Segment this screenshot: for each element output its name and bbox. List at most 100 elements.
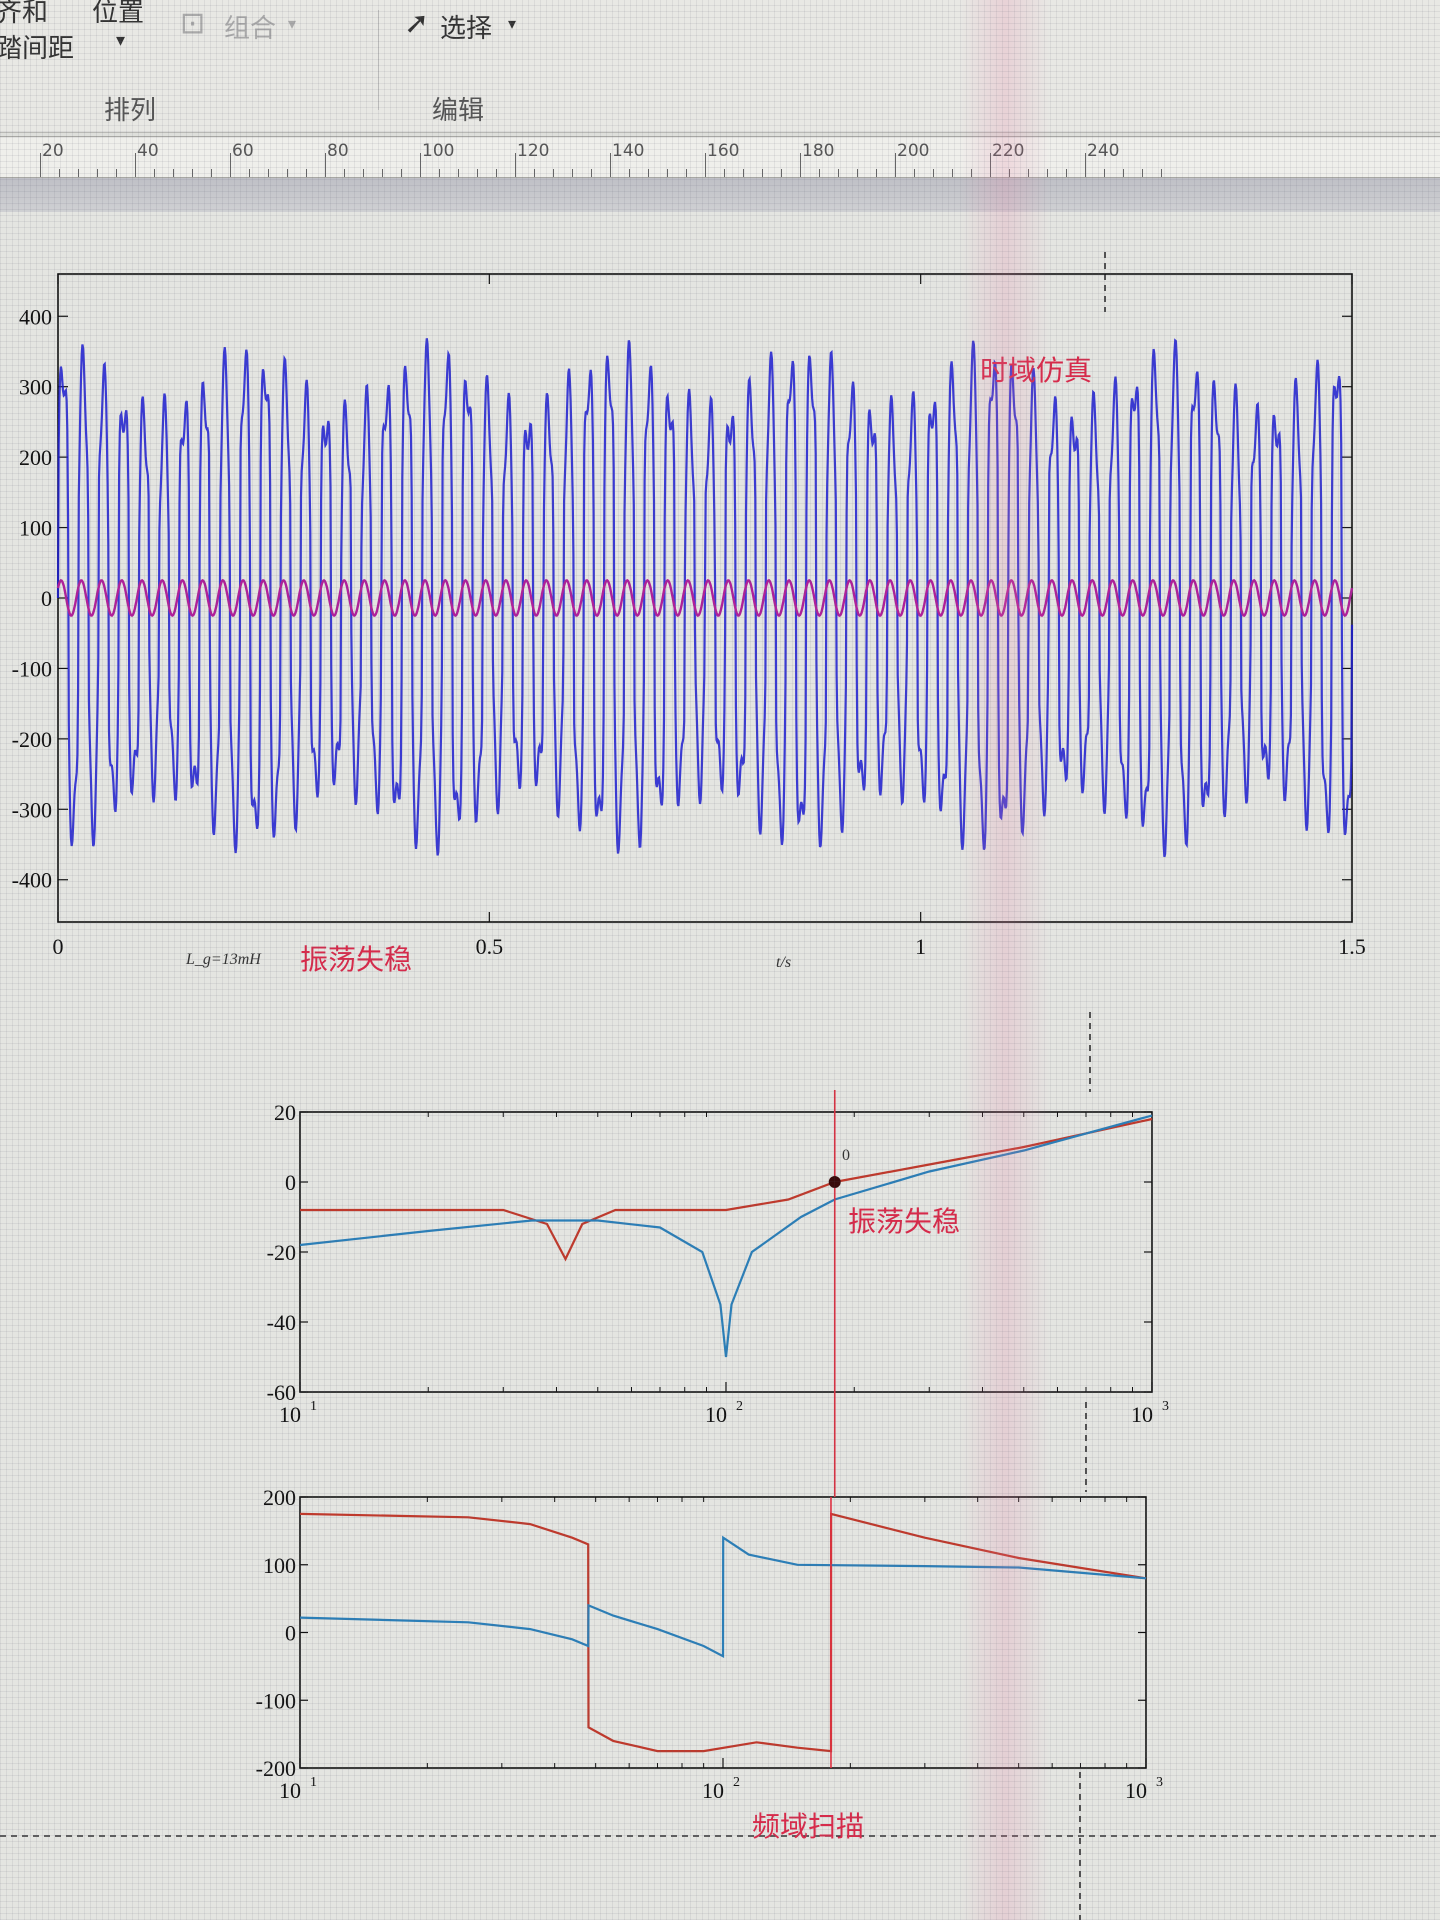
mag-y-tick-label: -20 bbox=[267, 1240, 296, 1265]
ruler-mark: 100 bbox=[422, 141, 455, 161]
phase-y-tick-label: 200 bbox=[263, 1485, 296, 1510]
phase-y-tick-label: 100 bbox=[263, 1553, 296, 1578]
ruler-tick bbox=[876, 169, 877, 177]
spacing-partial-label[interactable]: 踏间距 bbox=[0, 28, 74, 65]
inductance-annotation: L_g=13mH bbox=[185, 951, 262, 968]
mag-marker-dot bbox=[828, 1176, 841, 1188]
ruler-tick bbox=[705, 153, 706, 177]
phase-series-line-1 bbox=[299, 1535, 1147, 1659]
ruler-tick bbox=[287, 169, 288, 177]
mag-x-tick-exponent: 2 bbox=[736, 1399, 743, 1414]
phase-x-tick-exponent: 2 bbox=[733, 1775, 740, 1790]
time-axis-label: t/s bbox=[776, 954, 791, 971]
y-tick-label: 300 bbox=[19, 375, 52, 400]
phase-x-tick-exponent: 1 bbox=[310, 1775, 317, 1790]
ribbon-divider bbox=[378, 10, 379, 110]
ruler-tick bbox=[1085, 153, 1086, 177]
ruler-tick bbox=[325, 153, 326, 177]
phase-x-tick-label: 10 bbox=[1125, 1778, 1147, 1803]
x-tick-label: 0 bbox=[53, 934, 64, 959]
ruler-tick bbox=[268, 169, 269, 177]
ruler-tick bbox=[572, 169, 573, 177]
ruler-tick bbox=[781, 169, 782, 177]
ruler-tick bbox=[1161, 169, 1162, 177]
ruler-tick bbox=[534, 169, 535, 177]
ruler-tick bbox=[97, 169, 98, 177]
ruler-tick bbox=[439, 169, 440, 177]
ruler-tick bbox=[686, 169, 687, 177]
ruler-tick bbox=[933, 169, 934, 177]
position-dropdown-icon[interactable]: ▾ bbox=[116, 30, 125, 51]
bode-phase-plot[interactable]: 10 1 10 2 10 32001000-100-200 bbox=[256, 1090, 1163, 1803]
ruler-tick bbox=[78, 169, 79, 177]
x-tick-label: 0.5 bbox=[476, 934, 504, 959]
x-tick-label: 1.5 bbox=[1338, 934, 1366, 959]
y-tick-label: 0 bbox=[41, 586, 52, 611]
ruler-tick bbox=[154, 169, 155, 177]
ruler-tick bbox=[1104, 169, 1105, 177]
ruler-tick bbox=[838, 169, 839, 177]
select-button[interactable]: 选择 bbox=[440, 8, 492, 45]
select-dropdown-icon[interactable]: ▾ bbox=[508, 14, 516, 33]
ruler-tick bbox=[629, 169, 630, 177]
ruler-tick bbox=[306, 169, 307, 177]
mag-x-tick-label: 10 bbox=[1131, 1402, 1153, 1427]
magnitude-instability-annotation: 振荡失稳 bbox=[848, 1205, 960, 1238]
mag-y-tick-label: 0 bbox=[285, 1170, 296, 1195]
ruler-tick bbox=[230, 153, 231, 177]
phase-x-tick-label: 10 bbox=[702, 1778, 724, 1803]
ruler-tick bbox=[211, 169, 212, 177]
ruler-tick bbox=[857, 169, 858, 177]
ruler-tick bbox=[1047, 169, 1048, 177]
position-button[interactable]: 位置 bbox=[92, 0, 144, 29]
mag-x-tick-exponent: 3 bbox=[1162, 1399, 1169, 1414]
ruler-mark: 60 bbox=[232, 141, 254, 161]
ruler-tick bbox=[1009, 169, 1010, 177]
ruler-tick bbox=[895, 153, 896, 177]
phase-y-tick-label: -100 bbox=[256, 1688, 296, 1713]
ruler-shadow bbox=[0, 178, 1440, 212]
ruler-mark: 20 bbox=[42, 141, 64, 161]
ruler-tick bbox=[1066, 169, 1067, 177]
cursor-arrow-icon: ➚ bbox=[404, 6, 430, 41]
ruler-tick bbox=[800, 153, 801, 177]
mag-x-tick-exponent: 1 bbox=[310, 1399, 317, 1414]
ruler-tick bbox=[990, 153, 991, 177]
ruler-tick bbox=[192, 169, 193, 177]
ruler-tick bbox=[1123, 169, 1124, 177]
mag-y-tick-label: 20 bbox=[274, 1100, 296, 1125]
figure-svg: 4003002001000-100-200-300-4000 0.5 1 1.5 时域… bbox=[0, 252, 1440, 1920]
ruler-tick bbox=[648, 169, 649, 177]
y-tick-label: -100 bbox=[12, 656, 52, 681]
document-canvas: 400 300 200 100 0 -100 -200 -300 -400 0 0.5 1 1.5 时域… bbox=[0, 212, 1440, 1920]
bode-magnitude-plot[interactable]: 10 1 10 2 10 3 20 0 -20 -40 -60 bbox=[267, 1100, 1169, 1427]
ruler-mark: 120 bbox=[517, 141, 550, 161]
ruler-tick bbox=[116, 169, 117, 177]
group-button[interactable]: 组合 bbox=[224, 8, 276, 45]
mag-x-tick-label: 10 bbox=[279, 1402, 301, 1427]
mag-x-tick-label: 10 bbox=[705, 1402, 727, 1427]
marker-label: 0 bbox=[842, 1147, 850, 1164]
ruler-tick bbox=[724, 169, 725, 177]
mag-y-tick-label: -60 bbox=[267, 1380, 296, 1405]
ruler-tick bbox=[1028, 169, 1029, 177]
y-tick-label: -400 bbox=[12, 868, 52, 893]
group-dropdown-icon[interactable]: ▾ bbox=[288, 14, 296, 33]
ruler-tick bbox=[249, 169, 250, 177]
ruler-mark: 240 bbox=[1087, 141, 1120, 161]
y-tick-label: -300 bbox=[12, 797, 52, 822]
y-tick-label: 100 bbox=[19, 516, 52, 541]
freq-scan-annotation: 频域扫描 bbox=[752, 1810, 864, 1843]
time-instability-annotation: 振荡失稳 bbox=[300, 943, 412, 976]
align-partial-label[interactable]: 齐和 bbox=[0, 0, 48, 29]
ruler-tick bbox=[971, 169, 972, 177]
time-domain-plot[interactable]: 400 300 200 100 0 -100 -200 -300 -400 0 0.5 1 1.5 bbox=[12, 273, 1366, 959]
ruler-tick bbox=[743, 169, 744, 177]
ruler-mark: 220 bbox=[992, 141, 1025, 161]
ruler-tick bbox=[135, 153, 136, 177]
horizontal-ruler[interactable]: 20 40 60 80 100 120 140 160 180 200 220 240 bbox=[0, 136, 1440, 178]
ruler-tick bbox=[952, 169, 953, 177]
ruler-tick bbox=[496, 169, 497, 177]
x-tick-label: 1 bbox=[915, 934, 926, 959]
ruler-tick bbox=[914, 169, 915, 177]
